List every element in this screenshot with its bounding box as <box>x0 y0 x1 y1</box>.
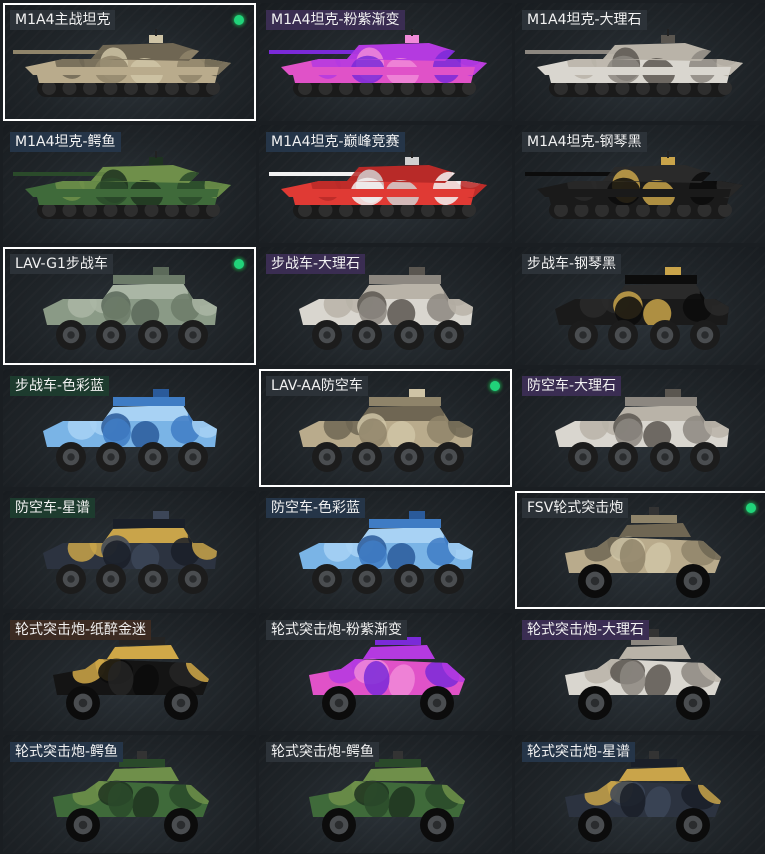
skin-name-label: M1A4主战坦克 <box>10 10 116 30</box>
skin-name-label: 轮式突击炮-大理石 <box>522 620 650 640</box>
equipped-indicator-icon <box>231 12 247 28</box>
skin-card[interactable]: 轮式突击炮-纸醉金迷 <box>3 613 256 731</box>
skin-card[interactable]: 步战车-色彩蓝 <box>3 369 256 487</box>
skin-card[interactable]: M1A4坦克-钢琴黑 <box>515 125 765 243</box>
skin-card[interactable]: LAV-G1步战车 <box>3 247 256 365</box>
skin-name-label: M1A4坦克-粉紫渐变 <box>266 10 405 30</box>
equipped-indicator-icon <box>743 500 759 516</box>
skin-name-label: 步战车-钢琴黑 <box>522 254 622 274</box>
skin-card[interactable]: FSV轮式突击炮 <box>515 491 765 609</box>
skin-name-label: 轮式突击炮-鳄鱼 <box>266 742 380 762</box>
skin-name-label: 防空车-大理石 <box>522 376 622 396</box>
skin-card[interactable]: 轮式突击炮-星谱 <box>515 735 765 853</box>
skin-card[interactable]: 防空车-色彩蓝 <box>259 491 512 609</box>
skin-card[interactable]: 轮式突击炮-大理石 <box>515 613 765 731</box>
skin-name-label: M1A4坦克-大理石 <box>522 10 647 30</box>
skin-name-label: 轮式突击炮-星谱 <box>522 742 636 762</box>
skin-name-label: FSV轮式突击炮 <box>522 498 629 518</box>
vehicle-skin-grid: M1A4主战坦克 M1A4坦克-粉紫渐变 M1A4坦克-大理石 M1A4坦克-鳄鱼 M1… <box>0 0 765 854</box>
skin-name-label: 轮式突击炮-粉紫渐变 <box>266 620 408 640</box>
skin-card[interactable]: 防空车-大理石 <box>515 369 765 487</box>
skin-card[interactable]: LAV-AA防空车 <box>259 369 512 487</box>
skin-card[interactable]: 轮式突击炮-鳄鱼 <box>259 735 512 853</box>
skin-name-label: 轮式突击炮-鳄鱼 <box>10 742 124 762</box>
skin-card[interactable]: M1A4坦克-巅峰竞赛 <box>259 125 512 243</box>
skin-card[interactable]: M1A4坦克-粉紫渐变 <box>259 3 512 121</box>
equipped-indicator-icon <box>231 256 247 272</box>
skin-name-label: 步战车-色彩蓝 <box>10 376 110 396</box>
skin-name-label: 防空车-星谱 <box>10 498 96 518</box>
skin-name-label: 轮式突击炮-纸醉金迷 <box>10 620 152 640</box>
skin-name-label: M1A4坦克-钢琴黑 <box>522 132 647 152</box>
skin-card[interactable]: M1A4坦克-鳄鱼 <box>3 125 256 243</box>
skin-name-label: 步战车-大理石 <box>266 254 366 274</box>
skin-card[interactable]: M1A4主战坦克 <box>3 3 256 121</box>
skin-name-label: M1A4坦克-巅峰竞赛 <box>266 132 405 152</box>
skin-name-label: LAV-AA防空车 <box>266 376 368 396</box>
skin-card[interactable]: 轮式突击炮-粉紫渐变 <box>259 613 512 731</box>
skin-card[interactable]: 轮式突击炮-鳄鱼 <box>3 735 256 853</box>
skin-name-label: LAV-G1步战车 <box>10 254 113 274</box>
equipped-indicator-icon <box>487 378 503 394</box>
skin-card[interactable]: 防空车-星谱 <box>3 491 256 609</box>
skin-card[interactable]: 步战车-钢琴黑 <box>515 247 765 365</box>
skin-card[interactable]: M1A4坦克-大理石 <box>515 3 765 121</box>
skin-name-label: M1A4坦克-鳄鱼 <box>10 132 121 152</box>
skin-card[interactable]: 步战车-大理石 <box>259 247 512 365</box>
skin-name-label: 防空车-色彩蓝 <box>266 498 366 518</box>
